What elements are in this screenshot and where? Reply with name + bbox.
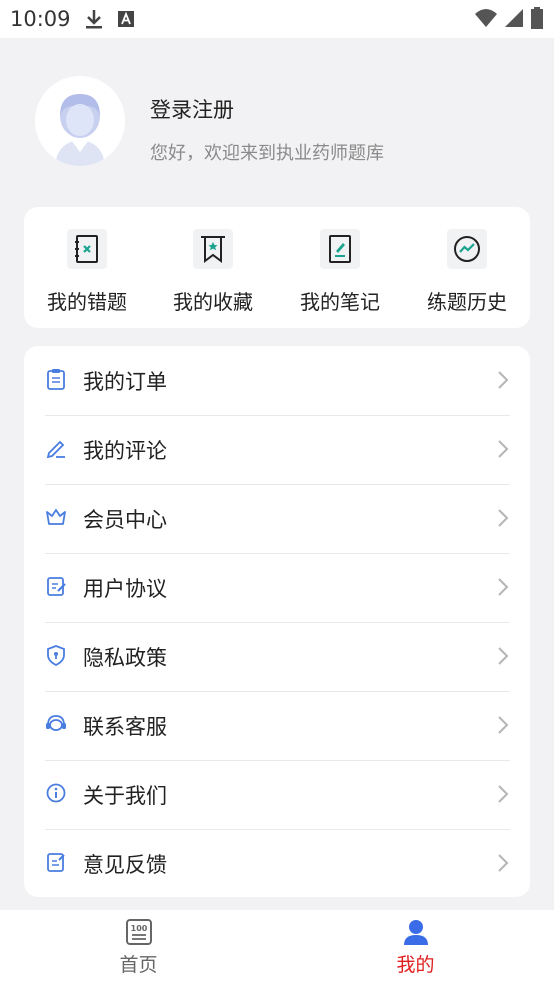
bottom-tab-bar: 100 首页 我的 xyxy=(0,910,554,984)
menu-item-membership[interactable]: 会员中心 xyxy=(45,484,510,554)
login-register-link[interactable]: 登录注册 xyxy=(150,94,234,124)
welcome-text: 您好，欢迎来到执业药师题库 xyxy=(150,143,384,164)
menu-item-customer-service[interactable]: 联系客服 xyxy=(45,691,510,761)
feedback-icon xyxy=(47,853,65,872)
profile-header[interactable]: 登录注册 您好，欢迎来到执业药师题库 xyxy=(0,38,554,208)
wrong-questions-icon xyxy=(75,235,98,263)
crown-icon xyxy=(46,509,66,525)
menu-item-comments[interactable]: 我的评论 xyxy=(45,415,510,485)
quick-action-favorites[interactable]: 我的收藏 xyxy=(150,207,276,328)
shield-icon xyxy=(47,645,65,666)
battery-icon xyxy=(531,7,543,29)
tab-mine[interactable]: 我的 xyxy=(277,910,554,984)
menu-item-orders[interactable]: 我的订单 xyxy=(45,346,510,416)
quick-action-wrong-questions[interactable]: 我的错题 xyxy=(24,207,150,328)
chevron-right-icon xyxy=(498,854,509,872)
wifi-icon xyxy=(475,9,497,27)
menu-item-label: 联系客服 xyxy=(83,715,167,739)
clipboard-icon xyxy=(47,369,65,390)
info-icon xyxy=(46,783,66,803)
avatar-placeholder-icon xyxy=(35,76,125,166)
menu-item-label: 用户协议 xyxy=(83,577,167,601)
svg-text:100: 100 xyxy=(131,924,148,933)
quick-action-label: 练题历史 xyxy=(427,290,507,314)
chevron-right-icon xyxy=(498,509,509,527)
tab-mine-label: 我的 xyxy=(396,954,435,976)
menu-item-label: 意见反馈 xyxy=(83,853,167,877)
chevron-right-icon xyxy=(498,716,509,734)
menu-list-card: 我的订单 我的评论 会员中心 用户协议 隐私政策 联系客服 关于我们 意见反馈 xyxy=(24,346,530,897)
user-icon xyxy=(404,920,428,945)
menu-item-label: 关于我们 xyxy=(83,784,167,808)
chevron-right-icon xyxy=(498,371,509,389)
quick-action-label: 我的收藏 xyxy=(173,290,253,314)
menu-item-user-agreement[interactable]: 用户协议 xyxy=(45,553,510,623)
menu-item-label: 我的订单 xyxy=(83,370,167,394)
menu-item-feedback[interactable]: 意见反馈 xyxy=(45,829,510,898)
quick-action-label: 我的错题 xyxy=(47,290,127,314)
tab-home-label: 首页 xyxy=(119,954,158,976)
menu-item-label: 会员中心 xyxy=(83,508,167,532)
a-badge-icon xyxy=(117,11,134,27)
chevron-right-icon xyxy=(498,578,509,596)
status-time: 10:09 xyxy=(10,7,71,31)
signal-icon xyxy=(505,9,523,27)
avatar[interactable] xyxy=(35,76,125,166)
edit-pen-icon xyxy=(46,440,65,459)
menu-item-about-us[interactable]: 关于我们 xyxy=(45,760,510,830)
headset-icon xyxy=(46,715,66,731)
menu-item-label: 隐私政策 xyxy=(83,646,167,670)
menu-item-label: 我的评论 xyxy=(83,439,167,463)
tab-home[interactable]: 100 首页 xyxy=(0,910,277,984)
quick-action-history[interactable]: 练题历史 xyxy=(404,207,530,328)
quick-action-notes[interactable]: 我的笔记 xyxy=(277,207,403,328)
notes-icon xyxy=(329,235,351,263)
quick-action-label: 我的笔记 xyxy=(300,290,380,314)
menu-item-privacy[interactable]: 隐私政策 xyxy=(45,622,510,692)
quick-actions-card: 我的错题 我的收藏 我的笔记 练题历史 xyxy=(24,207,530,328)
chevron-right-icon xyxy=(498,440,509,458)
home-100-icon: 100 xyxy=(126,919,152,945)
chevron-right-icon xyxy=(498,647,509,665)
history-chart-icon xyxy=(454,236,480,262)
download-icon xyxy=(85,10,102,29)
document-edit-icon xyxy=(47,577,66,596)
chevron-right-icon xyxy=(498,785,509,803)
bookmark-icon xyxy=(201,236,225,263)
status-bar: 10:09 xyxy=(0,0,554,38)
